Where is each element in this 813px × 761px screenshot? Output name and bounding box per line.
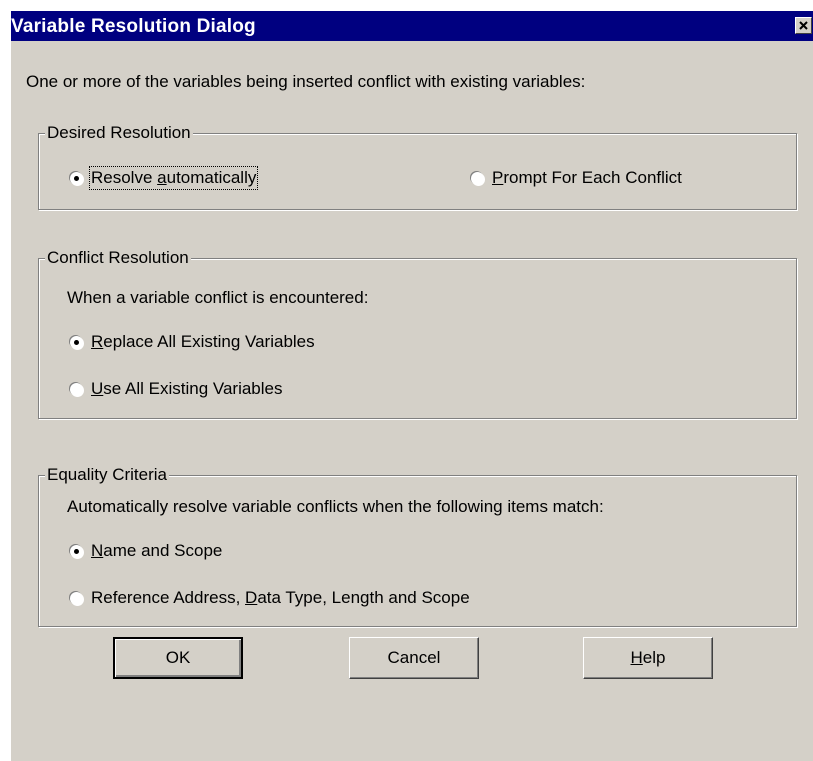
replace-all-existing-label: Replace All Existing Variables [91,332,315,351]
resolve-automatically-label: Resolve automatically [88,166,259,190]
title-bar: Variable Resolution Dialog [11,11,813,41]
window-title: Variable Resolution Dialog [11,16,256,37]
radio-indicator [70,335,83,349]
radio-indicator [70,544,83,558]
ok-button[interactable]: OK [113,637,243,679]
close-icon [799,21,808,30]
name-and-scope-radio[interactable]: Name and Scope [70,541,222,561]
intro-text: One or more of the variables being inser… [26,72,586,91]
reference-address-label: Reference Address, Data Type, Length and… [91,588,470,607]
use-all-existing-radio[interactable]: Use All Existing Variables [70,379,283,399]
radio-indicator [471,171,484,185]
help-button-key: H [630,648,643,667]
equality-prompt-text: Automatically resolve variable conflicts… [67,497,604,516]
radio-indicator [70,171,83,185]
close-button[interactable] [795,17,812,34]
reference-address-radio[interactable]: Reference Address, Data Type, Length and… [70,588,470,608]
resolve-automatically-radio[interactable]: Resolve automatically [70,166,259,190]
help-button-label: elp [642,648,666,667]
prompt-each-conflict-radio[interactable]: Prompt For Each Conflict [471,168,682,188]
replace-all-existing-radio[interactable]: Replace All Existing Variables [70,332,315,352]
help-button[interactable]: Help [583,637,713,679]
cancel-button[interactable]: Cancel [349,637,479,679]
variable-resolution-dialog: Variable Resolution Dialog One or more o… [10,10,813,761]
radio-indicator [70,591,83,605]
use-all-existing-label: Use All Existing Variables [91,379,283,398]
desired-resolution-legend: Desired Resolution [45,123,193,143]
equality-criteria-legend: Equality Criteria [45,465,169,485]
prompt-each-conflict-label: Prompt For Each Conflict [492,168,682,187]
conflict-prompt-text: When a variable conflict is encountered: [67,288,369,307]
radio-indicator [70,382,83,396]
conflict-resolution-legend: Conflict Resolution [45,248,191,268]
name-and-scope-label: Name and Scope [91,541,223,560]
